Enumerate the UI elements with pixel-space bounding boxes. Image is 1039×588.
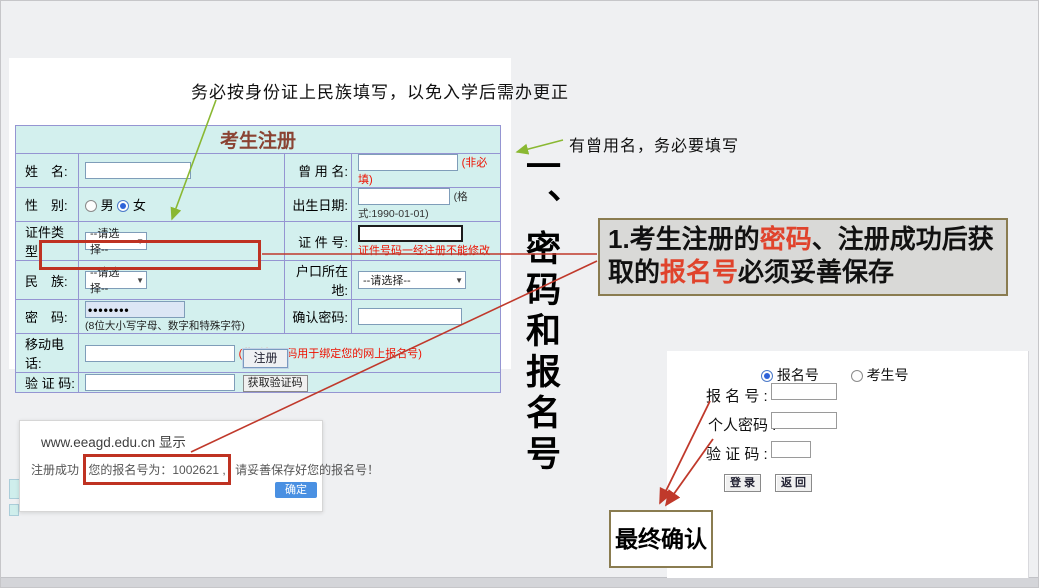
id-no-label: 证 件 号:	[285, 222, 352, 261]
login-password-input[interactable]	[771, 412, 837, 429]
name-input[interactable]	[85, 162, 191, 179]
gender-label: 性 别:	[16, 188, 79, 222]
regno-emphasis-box: 您的报名号为：1002621 ,	[83, 454, 230, 485]
birth-date-input[interactable]	[358, 188, 450, 205]
examno-radio[interactable]	[851, 370, 863, 382]
dialog-message: 注册成功 您的报名号为：1002621 , 请妥善保存好您的报名号！	[31, 454, 379, 485]
login-regno-input[interactable]	[771, 383, 837, 400]
confirm-password-input[interactable]	[358, 308, 462, 325]
dialog-ok-button[interactable]: 确定	[275, 482, 317, 498]
mobile-input[interactable]	[85, 345, 235, 362]
table-header-row: 考生注册	[16, 126, 501, 154]
name-label: 姓 名:	[16, 154, 79, 188]
former-name-label: 曾 用 名:	[285, 154, 352, 188]
login-regno-label: 报 名 号 :	[706, 385, 768, 406]
id-no-input[interactable]	[358, 225, 463, 242]
former-name-input[interactable]	[358, 154, 458, 171]
get-captcha-button[interactable]: 获取验证码	[243, 375, 308, 392]
bottom-gray-band	[1, 577, 1039, 588]
regno-radio-label: 报名号	[777, 367, 819, 383]
residence-label: 户口所在地:	[285, 261, 352, 300]
password-hint: (8位大小写字母、数字和特殊字符)	[85, 318, 284, 333]
password-label: 密 码:	[16, 300, 79, 334]
vertical-section-title: 一、密码和报名号	[516, 148, 564, 476]
former-name-annotation: 有曾用名，务必要填写	[569, 132, 739, 156]
captcha-label: 验 证 码:	[16, 373, 79, 393]
login-captcha-input[interactable]	[771, 441, 811, 458]
login-password-label: 个人密码 :	[708, 414, 776, 435]
mobile-label: 移动电话:	[16, 334, 79, 373]
note-red-password: 密码	[760, 224, 812, 254]
residence-select[interactable]: --请选择-- ▼	[358, 271, 466, 289]
table-row: 验 证 码: 获取验证码	[16, 373, 501, 393]
id-no-hint: 证件号码一经注册不能修改	[358, 242, 500, 258]
examno-radio-label: 考生号	[867, 367, 909, 383]
login-type-radios: 报名号 考生号	[761, 365, 909, 385]
gender-female-radio[interactable]	[117, 200, 129, 212]
login-captcha-label: 验 证 码 :	[706, 443, 768, 464]
dialog-title: www.eeagd.edu.cn 显示	[41, 431, 186, 451]
note-red-regno: 报名号	[660, 257, 738, 287]
table-row: 姓 名: 曾 用 名: (非必填)	[16, 154, 501, 188]
password-keep-note: 1.考生注册的密码、注册成功后获取的报名号必须妥善保存	[598, 218, 1008, 296]
note-text: 1.考生注册的	[608, 224, 760, 254]
birth-date-label: 出生日期:	[285, 188, 352, 222]
chevron-down-icon: ▼	[455, 276, 463, 285]
captcha-input[interactable]	[85, 374, 235, 391]
gender-female-label: 女	[133, 198, 146, 213]
login-panel: 报名号 考生号 报 名 号 : 个人密码 : 验 证 码 : 登 录 返 回	[667, 351, 1029, 578]
back-button[interactable]: 返 回	[775, 474, 812, 492]
table-row: 密 码: (8位大小写字母、数字和特殊字符) 确认密码:	[16, 300, 501, 334]
register-submit-button[interactable]: 注册	[243, 349, 288, 368]
chevron-down-icon: ▼	[136, 276, 144, 285]
note-text: 必须妥善保存	[738, 257, 894, 287]
login-button[interactable]: 登 录	[724, 474, 761, 492]
form-title: 考生注册	[16, 126, 501, 154]
gender-male-radio[interactable]	[85, 200, 97, 212]
table-row: 性 别: 男 女 出生日期: (格式:1990-01-01)	[16, 188, 501, 222]
password-emphasis-box	[39, 240, 261, 270]
password-input[interactable]	[85, 301, 185, 318]
regno-radio[interactable]	[761, 370, 773, 382]
dialog-message-suffix: 请妥善保存好您的报名号！	[235, 463, 379, 477]
ethnicity-annotation: 务必按身份证上民族填写，以免入学后需办更正	[191, 78, 569, 103]
final-confirm-box: 最终确认	[609, 510, 713, 568]
confirm-password-label: 确认密码:	[285, 300, 352, 334]
background-page-fragment	[9, 504, 19, 516]
alert-dialog: www.eeagd.edu.cn 显示 注册成功 您的报名号为：1002621 …	[19, 420, 323, 512]
dialog-message-prefix: 注册成功	[31, 463, 79, 477]
ethnicity-select[interactable]: --请选择-- ▼	[85, 271, 147, 289]
tutorial-slide: 务必按身份证上民族填写，以免入学后需办更正 考生注册 姓 名: 曾 用 名: (…	[0, 0, 1039, 588]
gender-male-label: 男	[101, 198, 114, 213]
